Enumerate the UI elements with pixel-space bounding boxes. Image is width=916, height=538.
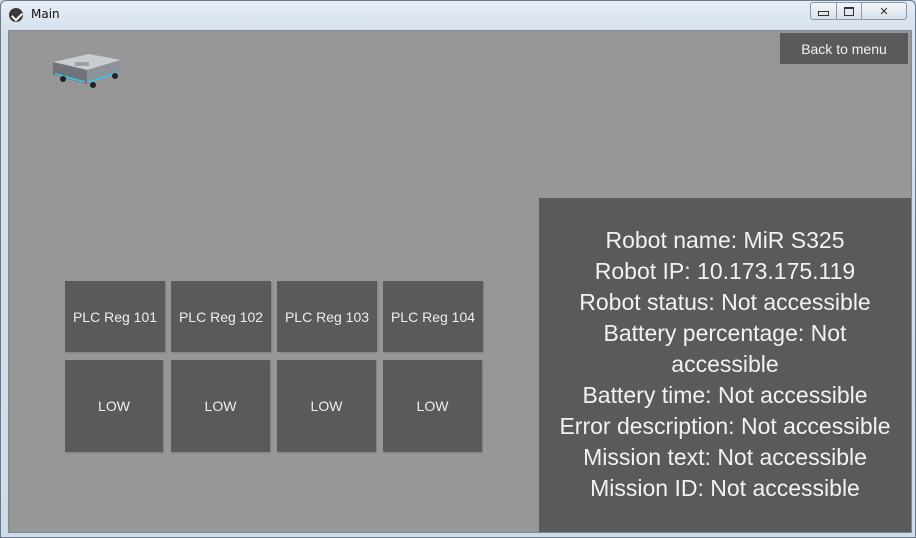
maximize-icon [844, 6, 854, 16]
robot-name: Robot name: MiR S325 [605, 227, 845, 253]
robot-status: Robot status: Not accessible [579, 289, 871, 315]
mobile-robot-image [53, 54, 121, 88]
plc-register-state-button[interactable]: LOW [277, 360, 376, 452]
window-title: Main [31, 7, 60, 21]
plc-register-label: PLC Reg 102 [171, 281, 271, 352]
minimize-button[interactable] [810, 2, 837, 20]
minimize-icon [818, 11, 829, 16]
title-bar[interactable]: Main ✕ [1, 1, 915, 29]
plc-register-label: PLC Reg 103 [277, 281, 377, 352]
plc-register-label: PLC Reg 104 [383, 281, 483, 352]
robot-info-panel: Robot name: MiR S325 Robot IP: 10.173.17… [539, 198, 911, 532]
battery-percentage: Battery percentage: Not accessible [603, 320, 847, 377]
error-description: Error description: Not accessible [559, 413, 891, 439]
main-window: Main ✕ Back to menu PLC Reg 101 PLC Reg … [0, 0, 916, 538]
close-button[interactable]: ✕ [862, 2, 907, 20]
window-controls: ✕ [810, 2, 907, 20]
battery-time: Battery time: Not accessible [582, 382, 868, 408]
main-content: Back to menu PLC Reg 101 PLC Reg 102 PLC… [8, 30, 912, 533]
app-logo-icon [9, 8, 23, 22]
maximize-button[interactable] [837, 2, 862, 20]
mission-text: Mission text: Not accessible [583, 444, 867, 470]
close-icon: ✕ [879, 4, 889, 18]
plc-register-label: PLC Reg 101 [65, 281, 165, 352]
plc-register-state-button[interactable]: LOW [383, 360, 482, 452]
mission-id: Mission ID: Not accessible [590, 475, 860, 501]
plc-register-state-button[interactable]: LOW [65, 360, 163, 452]
plc-register-state-button[interactable]: LOW [171, 360, 270, 452]
back-to-menu-button[interactable]: Back to menu [780, 33, 908, 64]
robot-ip: Robot IP: 10.173.175.119 [594, 258, 856, 284]
